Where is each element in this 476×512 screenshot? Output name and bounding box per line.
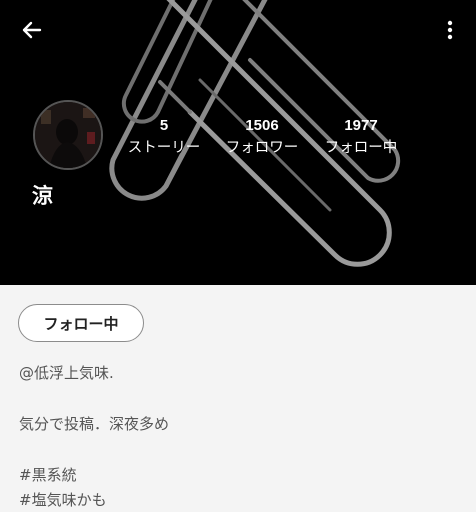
- stat-stories[interactable]: 5 ストーリー: [122, 116, 206, 159]
- profile-name: 涼: [32, 184, 53, 208]
- stat-following[interactable]: 1977 フォロー中: [318, 116, 404, 159]
- arrow-left-icon: [22, 21, 42, 39]
- stat-followers-label: フォロワー: [225, 140, 299, 156]
- more-vertical-icon: [447, 20, 453, 40]
- bio-line-description: 気分で投稿．深夜多め: [19, 415, 170, 433]
- bio-line-handle: @低浮上気味.: [19, 364, 114, 382]
- back-button[interactable]: [18, 16, 46, 44]
- stat-following-label: フォロー中: [324, 140, 398, 156]
- stat-stories-count: 5: [159, 117, 169, 134]
- following-button[interactable]: フォロー中: [18, 304, 144, 342]
- bio-hashtag-black[interactable]: #黒系統: [19, 465, 77, 485]
- stat-stories-label: ストーリー: [127, 140, 201, 156]
- stat-followers[interactable]: 1506 フォロワー: [220, 116, 304, 159]
- avatar[interactable]: [33, 100, 103, 170]
- more-options-button[interactable]: [438, 16, 462, 44]
- stat-following-count: 1977: [344, 117, 378, 134]
- stat-followers-count: 1506: [245, 117, 279, 134]
- profile-header: 5 ストーリー 1506 フォロワー 1977 フォロー中 涼: [0, 0, 476, 285]
- bio-hashtag-salty[interactable]: #塩気味かも: [19, 490, 107, 510]
- avatar-photo: [35, 102, 101, 168]
